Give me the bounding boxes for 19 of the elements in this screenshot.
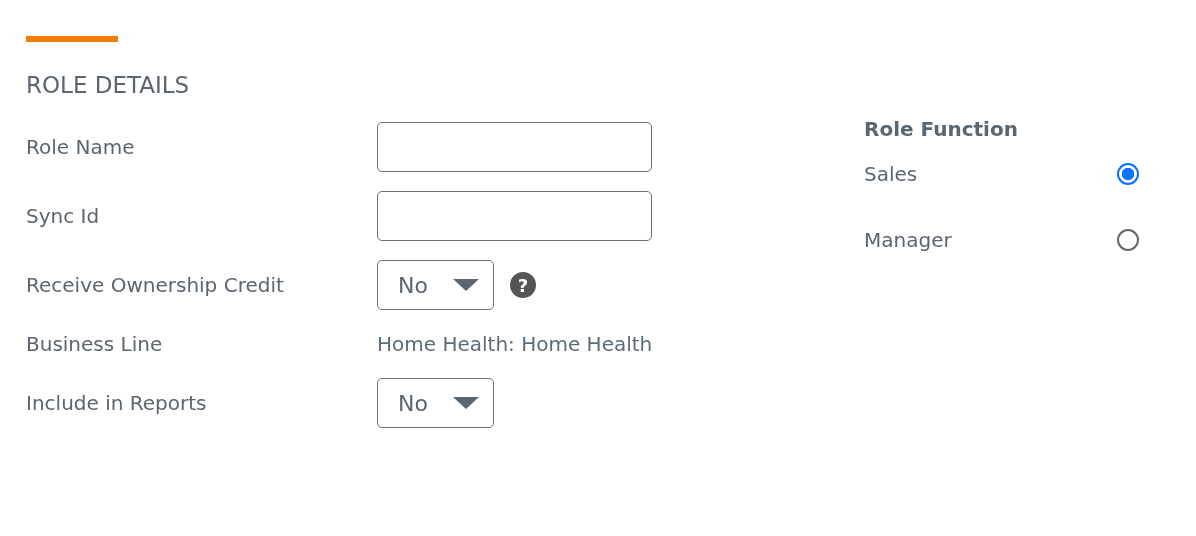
dropdown[interactable]: No [377, 378, 494, 428]
caret-icon [453, 279, 479, 291]
group-title: Role Function [864, 116, 1019, 143]
option-label: Manager [864, 228, 952, 252]
input-field[interactable] [377, 191, 652, 241]
caret-icon [453, 397, 479, 409]
input-field[interactable] [377, 122, 652, 172]
dropdown[interactable]: No [377, 260, 494, 310]
section-title: ROLE DETAILS [26, 71, 191, 100]
field-label: Sync Id [26, 204, 101, 228]
field-value: Home Health: Home Health [377, 332, 653, 356]
field-label: Business Line [26, 332, 164, 356]
field-label: Receive Ownership Credit [26, 273, 285, 297]
radio-button[interactable] [1117, 229, 1139, 251]
radio-button[interactable] [1117, 163, 1139, 185]
help-icon[interactable]: ? [510, 272, 536, 298]
field-label: Include in Reports [26, 391, 208, 415]
option-label: Sales [864, 162, 918, 186]
field-label: Role Name [26, 135, 136, 159]
